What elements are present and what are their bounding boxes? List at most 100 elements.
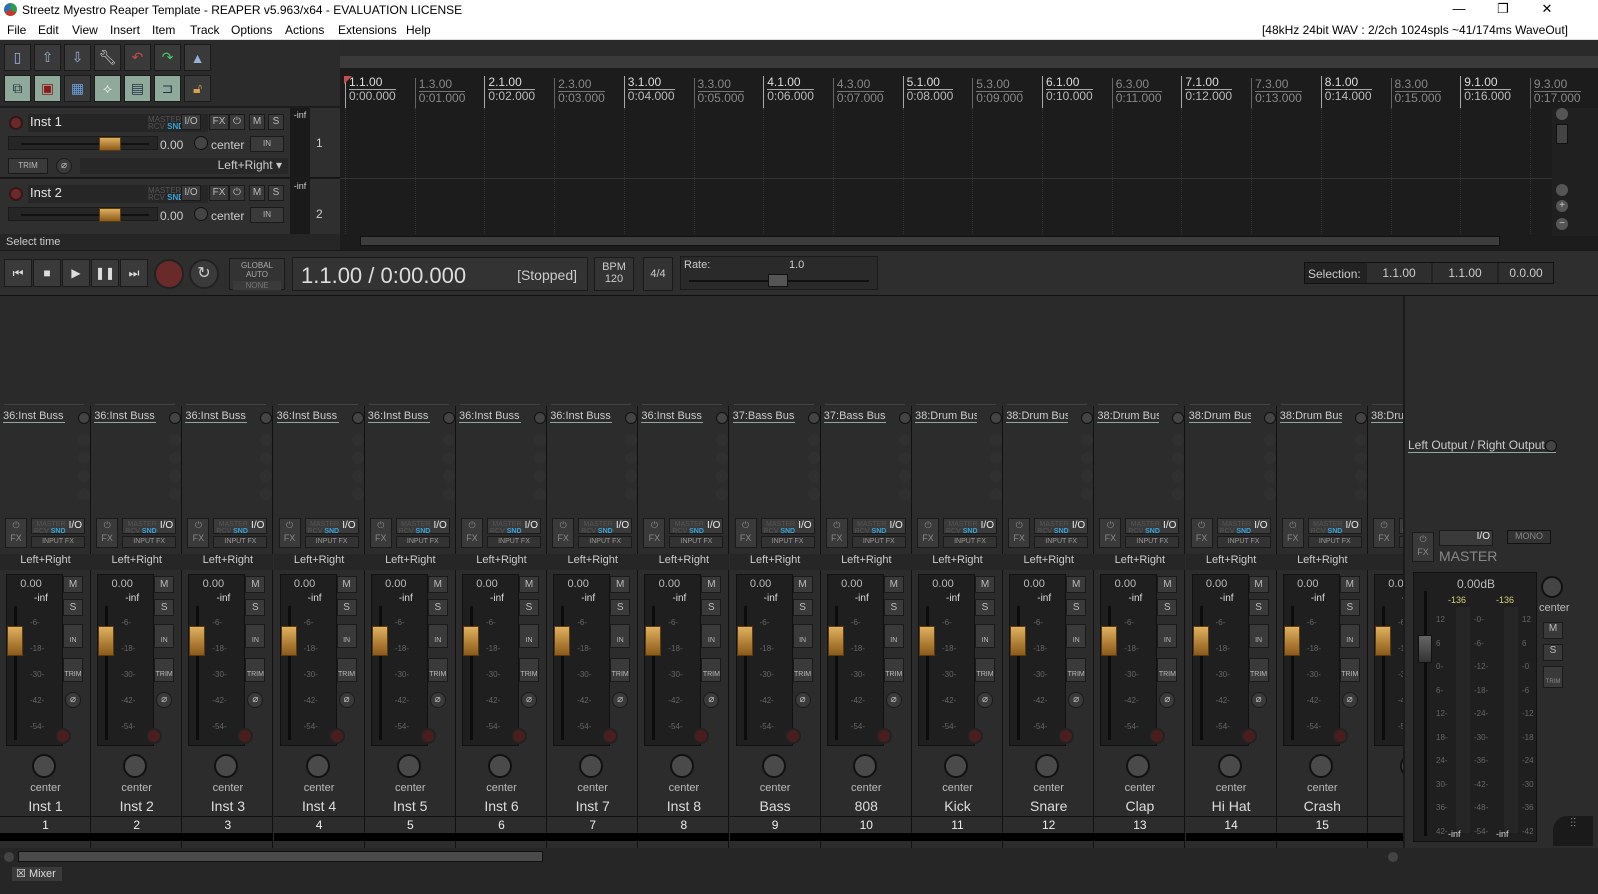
record-arm-button[interactable] xyxy=(511,728,527,744)
empty-send-slot[interactable] xyxy=(625,470,638,482)
fx-slot-area[interactable] xyxy=(91,296,183,406)
peak-value[interactable]: -inf xyxy=(573,593,603,604)
fx-bypass-button[interactable]: ⏻ FX xyxy=(96,518,119,548)
mute-button[interactable]: M xyxy=(249,185,265,201)
empty-send-slot[interactable] xyxy=(1263,470,1276,482)
scroll-left-icon[interactable] xyxy=(4,852,14,862)
send-name[interactable]: 37:Bass Buss xyxy=(823,410,886,423)
master-io-button[interactable]: I/O xyxy=(1439,530,1493,546)
empty-send-slot[interactable] xyxy=(625,434,638,446)
fx-bypass-button[interactable]: ⏻ FX xyxy=(825,518,848,548)
mute-button[interactable]: M xyxy=(792,576,813,593)
solo-button[interactable]: S xyxy=(268,185,284,201)
volume-value[interactable]: 0.00 xyxy=(371,578,421,590)
mixer-tab[interactable]: ☒ Mixer xyxy=(12,867,62,881)
empty-send-slot[interactable] xyxy=(442,452,455,464)
minimize-button[interactable]: — xyxy=(1436,0,1482,20)
metronome-icon[interactable]: ▲ xyxy=(184,44,211,71)
fx-bypass-button[interactable]: ⏻ FX xyxy=(1373,518,1395,548)
empty-send-slot[interactable] xyxy=(78,434,90,446)
solo-button[interactable]: S xyxy=(1248,599,1269,616)
input-fx-button[interactable]: INPUT FX xyxy=(213,536,268,548)
empty-send-slot[interactable] xyxy=(898,470,911,482)
input-monitor-button[interactable]: IN xyxy=(427,624,448,648)
mute-button[interactable]: M xyxy=(63,576,83,593)
routing-label[interactable]: Left+Right xyxy=(1094,554,1186,570)
io-button[interactable]: MASTERRCV SNDI/O xyxy=(487,518,541,535)
record-arm-button[interactable] xyxy=(1331,728,1348,744)
send-name[interactable]: 36:Inst Buss xyxy=(367,410,430,423)
peak-value[interactable]: -inf xyxy=(847,593,877,604)
input-fx-button[interactable]: INPUT FX xyxy=(943,536,997,548)
volume-fader[interactable] xyxy=(1192,626,1209,656)
send-name[interactable]: 38:Drum Buss xyxy=(915,410,977,423)
input-monitor-button[interactable]: IN xyxy=(1066,624,1087,648)
volume-fader[interactable] xyxy=(1375,626,1391,656)
track-name[interactable]: Clap xyxy=(1094,798,1185,814)
track-name[interactable]: Kick xyxy=(912,798,1003,814)
fx-slot-area[interactable] xyxy=(1003,296,1095,406)
selection-length[interactable]: 0.0.00 xyxy=(1499,263,1553,283)
input-fx-button[interactable]: INPUT FX xyxy=(1307,536,1362,548)
track-row[interactable]: Inst 1 MASTER RCV SND I/O FX ⏻ M S 0.00 c… xyxy=(0,108,340,178)
fx-slot-area[interactable] xyxy=(456,296,547,406)
trim-button[interactable]: TRIM xyxy=(63,658,83,682)
empty-send-slot[interactable] xyxy=(351,470,364,482)
io-button[interactable]: MASTERRCV SNDI/O xyxy=(122,518,177,535)
mute-button[interactable]: M xyxy=(1066,576,1087,593)
empty-send-slot[interactable] xyxy=(1172,434,1185,446)
peak-value[interactable]: -inf xyxy=(1120,593,1150,604)
phase-invert-icon[interactable]: ⌀ xyxy=(1341,692,1358,708)
master-pan-knob[interactable] xyxy=(1541,576,1563,598)
fx-slot-area[interactable] xyxy=(820,296,912,406)
ruler-tick[interactable]: 3.1.00 0:04.000 xyxy=(623,76,675,108)
record-arm-button[interactable] xyxy=(1149,728,1166,744)
fx-bypass-button[interactable]: ⏻ FX xyxy=(643,518,666,548)
empty-send-slot[interactable] xyxy=(260,470,273,482)
region-lane[interactable] xyxy=(340,40,1598,56)
empty-send-slot[interactable] xyxy=(807,434,820,446)
volume-fader[interactable] xyxy=(736,626,753,656)
empty-send-slot[interactable] xyxy=(78,470,90,482)
input-monitor-button[interactable]: IN xyxy=(154,624,175,648)
io-button[interactable]: MASTERRCV SNDI/O xyxy=(1034,518,1089,535)
solo-button[interactable]: S xyxy=(427,599,448,616)
open-project-icon[interactable]: ⇧ xyxy=(34,44,61,71)
menu-actions[interactable]: Actions xyxy=(285,23,324,37)
routing-label[interactable]: Left+Right xyxy=(364,554,456,570)
input-fx-button[interactable]: INPUT FX xyxy=(760,536,815,548)
record-arm-button[interactable] xyxy=(875,728,892,744)
empty-send-slot[interactable] xyxy=(1172,452,1185,464)
trim-button[interactable]: TRIM xyxy=(336,658,357,682)
fx-bypass-button[interactable]: ⏻ FX xyxy=(461,518,483,548)
fx-slot-area[interactable] xyxy=(1276,296,1368,406)
pan-knob[interactable] xyxy=(761,754,786,778)
record-arm-button[interactable] xyxy=(328,728,345,744)
io-button[interactable]: MASTERRCV SNDI/O xyxy=(943,518,997,535)
empty-send-slot[interactable] xyxy=(78,488,90,500)
phase-invert-icon[interactable]: ⌀ xyxy=(521,692,537,708)
record-arm-button[interactable] xyxy=(1058,728,1075,744)
loop-toggle-icon[interactable]: ↻ xyxy=(189,259,219,289)
empty-send-slot[interactable] xyxy=(1354,434,1367,446)
send-name[interactable]: 36:Inst Buss xyxy=(276,410,339,423)
solo-button[interactable]: S xyxy=(336,599,357,616)
input-monitor-button[interactable]: IN xyxy=(701,624,722,648)
scroll-up-icon[interactable] xyxy=(1556,108,1568,120)
peak-value[interactable]: -inf xyxy=(664,593,694,604)
fx-bypass-icon[interactable]: ⏻ xyxy=(229,114,245,130)
peak-value[interactable]: -inf xyxy=(1212,593,1242,604)
menu-file[interactable]: File xyxy=(7,23,26,37)
empty-send-slot[interactable] xyxy=(260,452,273,464)
vertical-scrollbar[interactable]: + − xyxy=(1552,108,1598,236)
phase-invert-icon[interactable]: ⌀ xyxy=(703,692,720,708)
track-name[interactable]: Inst 1 xyxy=(0,798,91,814)
fx-bypass-button[interactable]: ⏻ FX xyxy=(187,518,210,548)
empty-send-slot[interactable] xyxy=(534,470,546,482)
menu-insert[interactable]: Insert xyxy=(110,23,140,37)
trim-button[interactable]: TRIM xyxy=(245,658,266,682)
empty-send-slot[interactable] xyxy=(716,434,729,446)
pan-knob[interactable] xyxy=(1308,754,1333,778)
input-fx-button[interactable]: INPUT FX xyxy=(578,536,633,548)
empty-send-slot[interactable] xyxy=(351,488,364,500)
